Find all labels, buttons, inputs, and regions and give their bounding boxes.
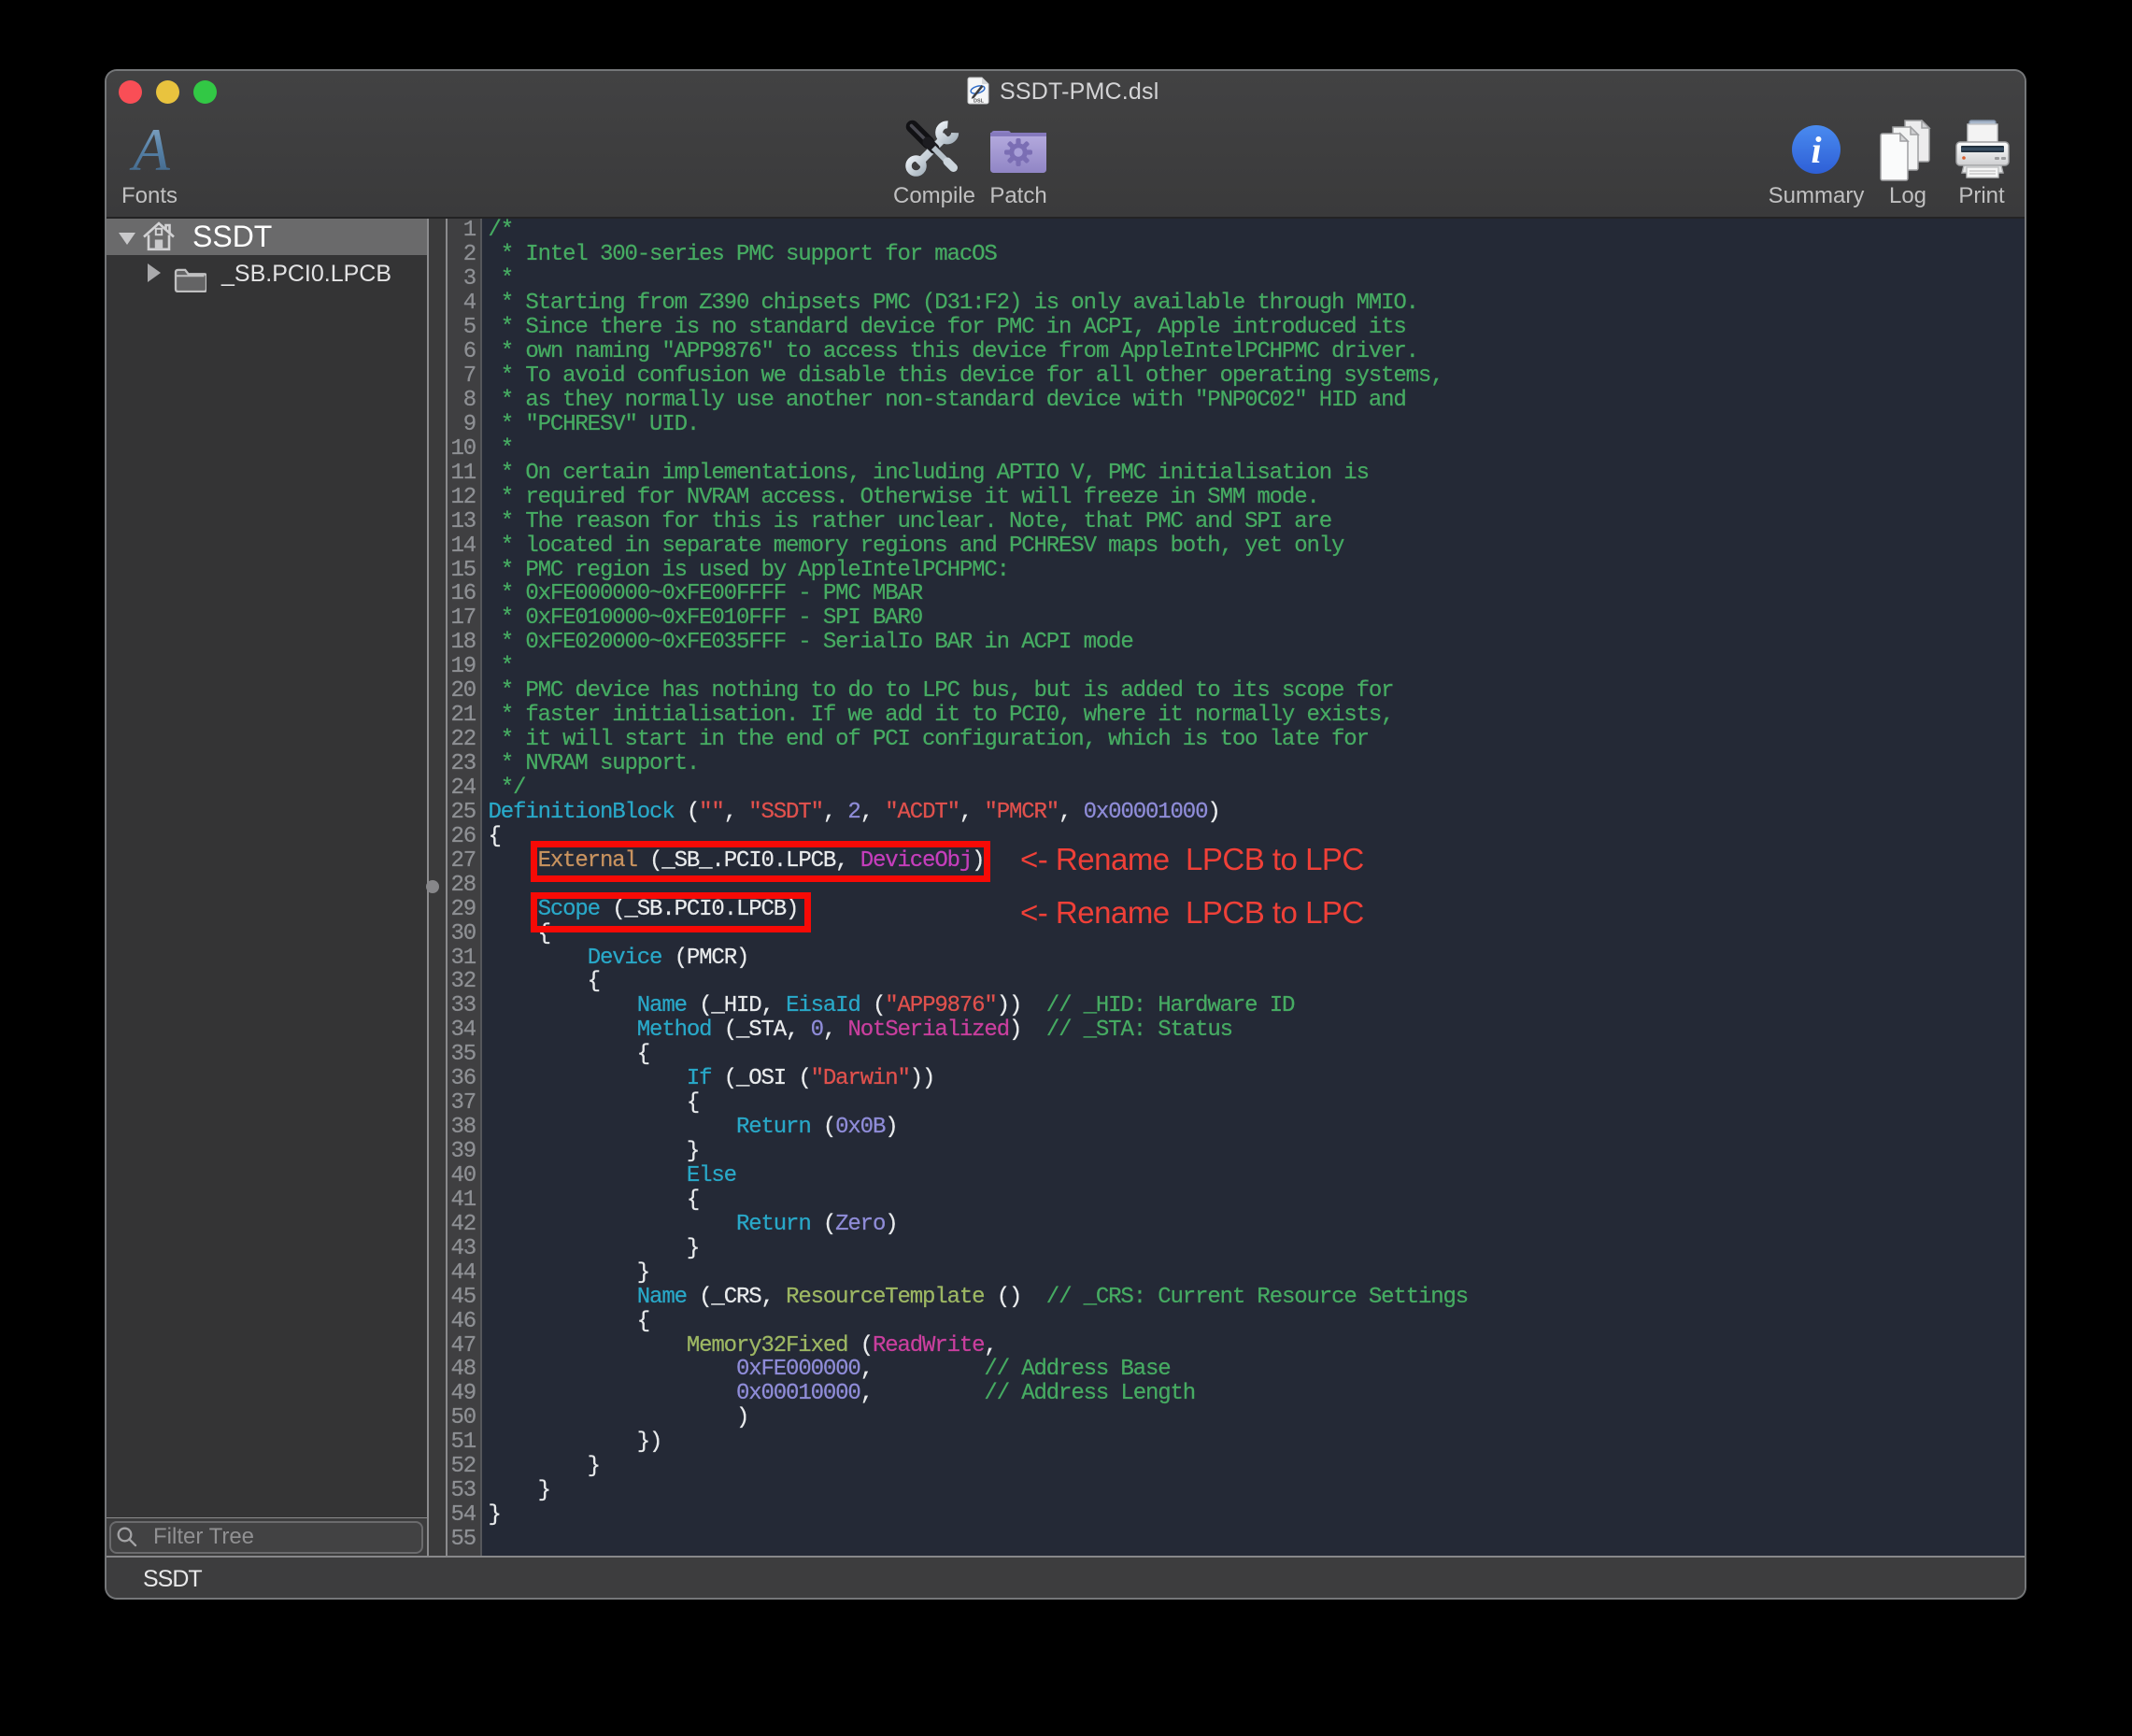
svg-text:i: i [1811, 129, 1821, 171]
svg-text:DSL: DSL [974, 99, 985, 105]
svg-text:A: A [129, 125, 170, 178]
